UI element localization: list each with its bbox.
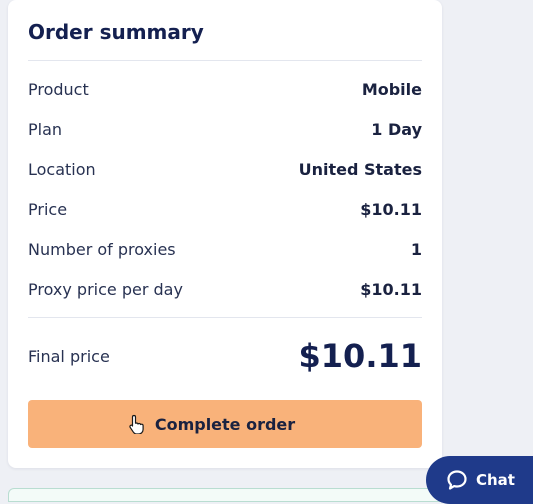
chat-label: Chat xyxy=(476,471,515,489)
summary-row-location: Location United States xyxy=(28,157,422,181)
final-price-row: Final price $10.11 xyxy=(28,333,422,379)
chat-button[interactable]: Chat xyxy=(426,456,533,504)
summary-row-price-per-day: Proxy price per day $10.11 xyxy=(28,277,422,301)
top-divider xyxy=(28,60,422,61)
hand-pointer-icon xyxy=(129,414,144,434)
complete-order-button[interactable]: Complete order xyxy=(28,400,422,448)
location-value: United States xyxy=(298,159,422,179)
location-label: Location xyxy=(28,159,96,179)
summary-row-plan: Plan 1 Day xyxy=(28,117,422,141)
plan-label: Plan xyxy=(28,119,63,139)
summary-row-proxies: Number of proxies 1 xyxy=(28,237,422,261)
final-price-label: Final price xyxy=(28,346,110,366)
price-label: Price xyxy=(28,199,68,219)
order-summary-title: Order summary xyxy=(28,20,204,44)
chat-bubble-icon xyxy=(447,470,467,490)
bottom-panel-edge xyxy=(8,488,450,502)
bottom-divider xyxy=(28,317,422,318)
price-value: $10.11 xyxy=(360,199,422,219)
summary-row-product: Product Mobile xyxy=(28,77,422,101)
product-label: Product xyxy=(28,79,89,99)
price-per-day-value: $10.11 xyxy=(360,279,422,299)
product-value: Mobile xyxy=(361,79,422,99)
plan-value: 1 Day xyxy=(371,119,422,139)
final-price-value: $10.11 xyxy=(298,337,422,375)
price-per-day-label: Proxy price per day xyxy=(28,279,183,299)
summary-row-price: Price $10.11 xyxy=(28,197,422,221)
complete-order-label: Complete order xyxy=(154,414,296,434)
proxies-value: 1 xyxy=(410,239,422,259)
proxies-label: Number of proxies xyxy=(28,239,176,259)
order-summary-card: Order summary Product Mobile Plan 1 Day … xyxy=(8,0,442,468)
